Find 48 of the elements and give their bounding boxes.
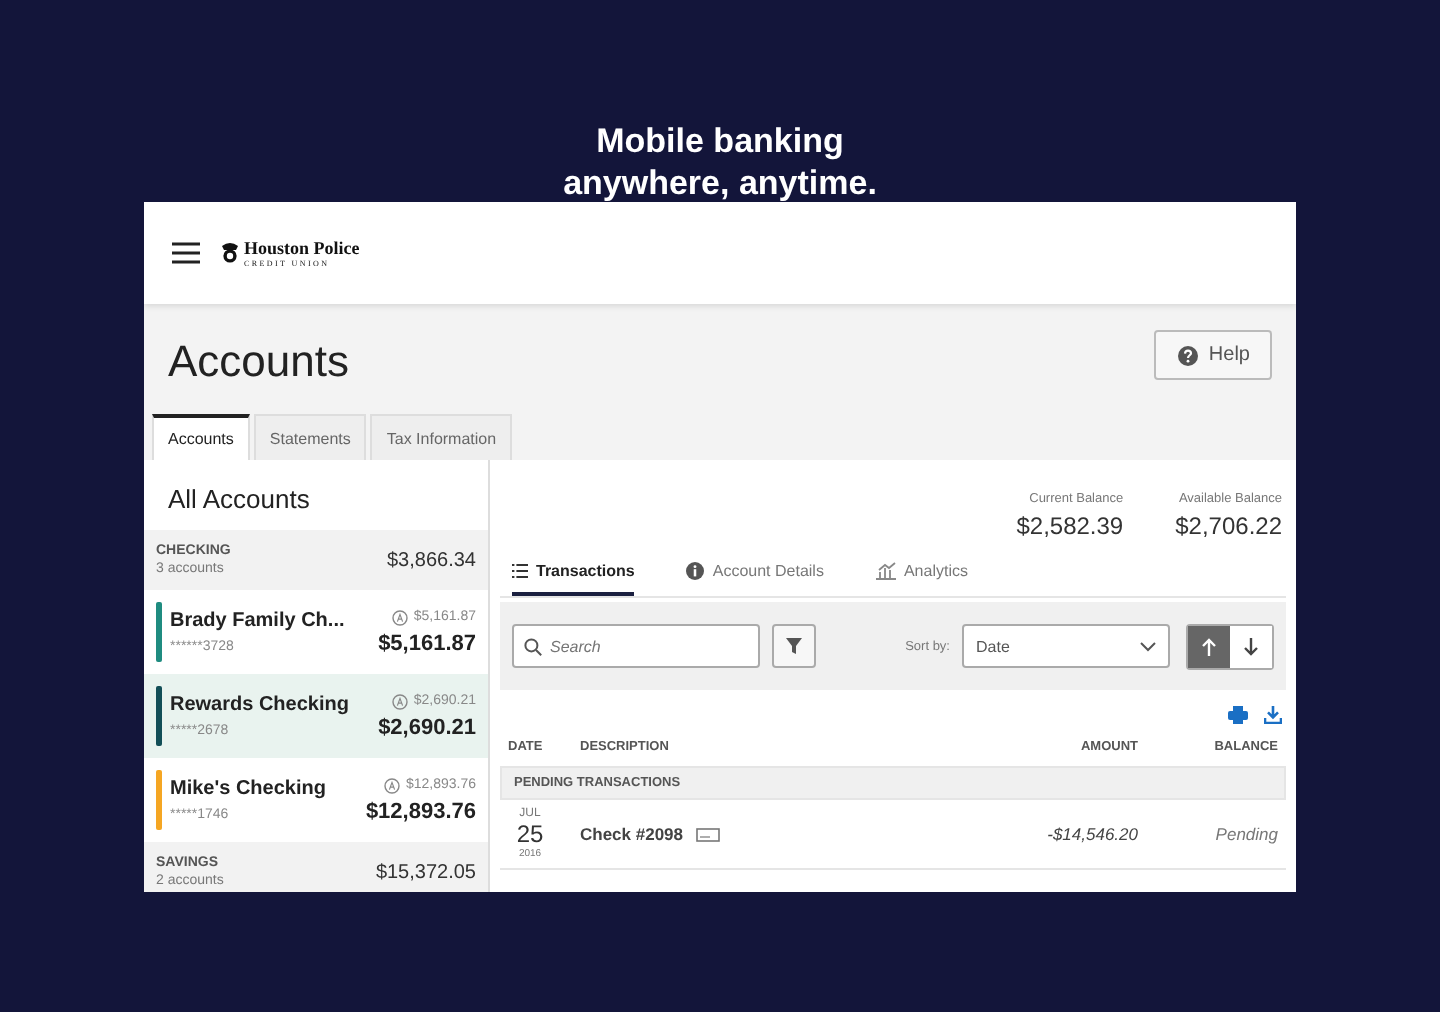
transaction-description: Check #2098 — [580, 824, 684, 844]
tab[interactable]: Accounts — [152, 414, 250, 460]
sort-dropdown[interactable]: Date — [962, 624, 1170, 668]
chevron-icon — [1140, 641, 1156, 651]
account-balance: $5,161.87 — [378, 631, 476, 655]
logo-name: Houston Police — [244, 239, 360, 257]
detail-tab[interactable]: Account Details — [686, 556, 824, 596]
page-title: Accounts — [168, 336, 349, 388]
help-button[interactable]: Help — [1154, 330, 1272, 380]
list-icon — [512, 564, 528, 578]
account-name: Brady Family Ch... — [170, 610, 347, 632]
available-icon — [391, 693, 408, 709]
balance-value: $2,706.22 — [1175, 512, 1282, 540]
info-icon — [686, 562, 705, 580]
sidebar-title: All Accounts — [166, 482, 312, 518]
transaction-balance: Pending — [1213, 824, 1278, 844]
detail-tab[interactable]: Transactions — [512, 556, 635, 596]
account-name: Rewards Checking — [170, 694, 351, 716]
account-balance: $12,893.76 — [365, 799, 476, 823]
tab[interactable]: Statements — [253, 414, 367, 460]
headline: anywhere, anytime. — [563, 162, 877, 204]
transaction-amount: -$14,546.20 — [1045, 824, 1138, 844]
filter-icon — [786, 638, 802, 654]
print-icon[interactable] — [1228, 706, 1248, 724]
search-icon — [524, 637, 542, 655]
help-icon — [1178, 345, 1199, 365]
available-icon — [383, 777, 400, 793]
sort-direction-button[interactable] — [1188, 625, 1230, 667]
group-total: $15,372.05 — [375, 861, 476, 883]
download-icon[interactable] — [1264, 706, 1282, 724]
filter-button[interactable] — [772, 624, 816, 668]
tab[interactable]: Tax Information — [370, 414, 513, 460]
account-balance: $2,690.21 — [378, 715, 476, 739]
badge-icon — [220, 242, 240, 264]
balance-value: $2,582.39 — [1016, 512, 1124, 540]
search-field[interactable]: Search — [512, 624, 760, 668]
available-icon — [391, 609, 408, 625]
arrow-down-icon — [1244, 637, 1258, 655]
group-total: $3,866.34 — [387, 549, 476, 571]
check-icon — [695, 827, 720, 841]
sort-direction-button[interactable] — [1230, 625, 1272, 667]
chart-icon — [875, 562, 896, 580]
account-name: Mike's Checking — [170, 778, 328, 800]
headline: Mobile banking — [596, 120, 844, 162]
detail-tab[interactable]: Analytics — [875, 556, 968, 596]
date-day: 25 — [516, 820, 544, 848]
arrow-up-icon — [1202, 637, 1216, 655]
menu-icon[interactable] — [172, 242, 200, 264]
